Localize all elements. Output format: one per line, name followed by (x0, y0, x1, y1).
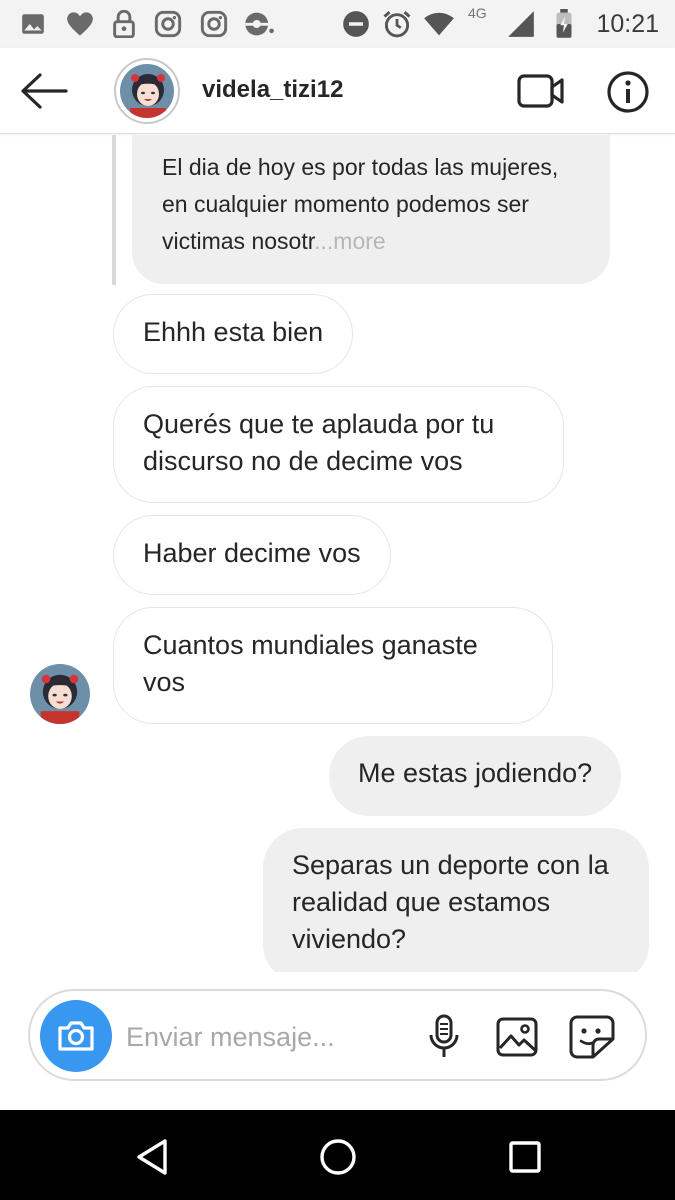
image-icon (18, 8, 48, 40)
quoted-message[interactable]: El dia de hoy es por todas las mujeres, … (132, 135, 610, 284)
message-text: Me estas jodiendo? (358, 758, 593, 788)
wifi-icon (422, 8, 456, 40)
message-bubble-outgoing[interactable]: Me estas jodiendo? (329, 736, 622, 816)
avatar-image (120, 64, 174, 118)
username[interactable]: videla_tizi12 (202, 76, 343, 104)
do-not-disturb-icon (340, 8, 372, 40)
message-bubble-outgoing[interactable]: Separas un deporte con la realidad que e… (263, 828, 649, 972)
heart-icon (64, 8, 96, 40)
home-circle-icon[interactable] (316, 1135, 360, 1179)
back-triangle-icon[interactable] (130, 1135, 174, 1179)
instagram-icon (152, 8, 184, 40)
microphone-icon[interactable] (420, 1013, 468, 1061)
video-call-icon[interactable] (516, 72, 566, 110)
clock: 10:21 (596, 10, 659, 38)
chat-header: videla_tizi12 (0, 48, 675, 134)
message-text: Ehhh esta bien (143, 317, 324, 347)
status-bar: 4G 10:21 (0, 0, 675, 48)
message-bubble-incoming[interactable]: Haber decime vos (113, 515, 391, 595)
message-text: Querés que te aplauda por tu discurso no… (143, 409, 495, 476)
alarm-icon (380, 8, 414, 40)
instagram-icon (198, 8, 230, 40)
message-bubble-incoming[interactable]: Ehhh esta bien (113, 294, 354, 374)
sticker-icon[interactable] (568, 1013, 616, 1061)
ellipsis: ... (314, 228, 334, 254)
cell-signal-icon (506, 8, 536, 40)
battery-icon (552, 8, 576, 40)
back-arrow-icon[interactable] (18, 70, 70, 112)
message-text: Haber decime vos (143, 538, 361, 568)
sender-avatar[interactable] (30, 664, 90, 724)
recents-square-icon[interactable] (503, 1135, 547, 1179)
pokeball-icon (242, 8, 276, 40)
more-link[interactable]: more (333, 228, 385, 254)
message-text: Separas un deporte con la realidad que e… (292, 850, 609, 954)
message-composer (28, 989, 647, 1081)
message-input[interactable] (126, 1017, 406, 1057)
gallery-icon[interactable] (493, 1013, 541, 1061)
avatar[interactable] (114, 58, 180, 124)
message-thread[interactable]: El dia de hoy es por todas las mujeres, … (0, 135, 675, 972)
info-icon[interactable] (606, 70, 650, 114)
camera-icon[interactable] (40, 1000, 112, 1072)
message-bubble-incoming[interactable]: Querés que te aplauda por tu discurso no… (113, 386, 564, 503)
network-type: 4G (468, 5, 487, 21)
lock-icon (110, 8, 138, 40)
message-bubble-incoming[interactable]: Cuantos mundiales ganaste vos (113, 607, 553, 724)
reply-quote-line (112, 135, 116, 285)
message-text: Cuantos mundiales ganaste vos (143, 630, 478, 697)
system-nav-bar (0, 1110, 675, 1200)
